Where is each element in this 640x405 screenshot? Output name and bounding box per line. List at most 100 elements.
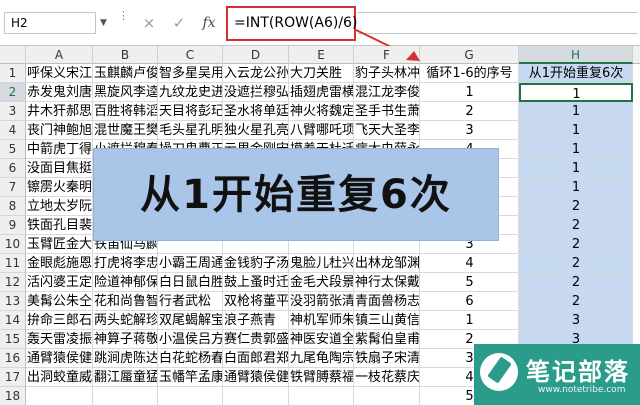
cell-a12[interactable]: 活闪婆王定 — [26, 273, 93, 292]
cell-a4[interactable]: 丧门神鲍旭 — [26, 121, 93, 140]
cell-c16[interactable]: 白花蛇杨春 — [158, 349, 223, 368]
row-header-4[interactable]: 4 — [0, 121, 26, 140]
cell-g12[interactable]: 5 — [420, 273, 519, 292]
cell-c3[interactable]: 天目将彭玘 — [158, 102, 223, 121]
cell-c14[interactable]: 双尾蝎解宝 — [158, 311, 223, 330]
cell-h5[interactable]: 1 — [519, 140, 633, 159]
cell-d13[interactable]: 双枪将董平 — [223, 292, 289, 311]
cell-f2[interactable]: 混江龙李俊 — [354, 83, 420, 102]
column-header-c[interactable]: C — [158, 46, 223, 64]
cell-h10[interactable]: 2 — [519, 235, 633, 254]
cell-a17[interactable]: 出洞蛟童威 — [26, 368, 93, 387]
cell-h8[interactable]: 2 — [519, 197, 633, 216]
cell-b3[interactable]: 百胜将韩滔 — [93, 102, 158, 121]
cell-d1[interactable]: 入云龙公孙 — [223, 64, 289, 83]
cell-d4[interactable]: 独火星孔亮 — [223, 121, 289, 140]
cell-b1[interactable]: 玉麒麟卢俊 — [93, 64, 158, 83]
cell-h12[interactable]: 2 — [519, 273, 633, 292]
cell-a9[interactable]: 铁面孔目裴 — [26, 216, 93, 235]
cell-f16[interactable]: 铁扇子宋清 — [354, 349, 420, 368]
cell-f18[interactable] — [354, 387, 420, 405]
cell-a11[interactable]: 金眼彪施恩 — [26, 254, 93, 273]
row-header-5[interactable]: 5 — [0, 140, 26, 159]
cell-f13[interactable]: 青面兽杨志 — [354, 292, 420, 311]
cell-f11[interactable]: 出林龙邹渊 — [354, 254, 420, 273]
cell-a3[interactable]: 井木犴郝思 — [26, 102, 93, 121]
cell-d2[interactable]: 没遮拦穆弘 — [223, 83, 289, 102]
cell-g14[interactable]: 1 — [420, 311, 519, 330]
cell-b4[interactable]: 混世魔王樊 — [93, 121, 158, 140]
cell-e3[interactable]: 神火将魏定 — [289, 102, 354, 121]
row-header-3[interactable]: 3 — [0, 102, 26, 121]
cell-c15[interactable]: 小温侯吕方 — [158, 330, 223, 349]
column-header-a[interactable]: A — [26, 46, 93, 64]
cell-a2[interactable]: 赤发鬼刘唐 — [26, 83, 93, 102]
row-header-11[interactable]: 11 — [0, 254, 26, 273]
cell-b12[interactable]: 险道神郁保 — [93, 273, 158, 292]
row-header-12[interactable]: 12 — [0, 273, 26, 292]
cell-g13[interactable]: 6 — [420, 292, 519, 311]
cell-a10[interactable]: 玉臂匠金大 — [26, 235, 93, 254]
cell-e15[interactable]: 神医安道全 — [289, 330, 354, 349]
cell-a18[interactable] — [26, 387, 93, 405]
cell-a15[interactable]: 轰天雷凌振 — [26, 330, 93, 349]
row-header-9[interactable]: 9 — [0, 216, 26, 235]
cell-c17[interactable]: 玉幡竿孟康 — [158, 368, 223, 387]
column-header-b[interactable]: B — [93, 46, 158, 64]
cell-h2[interactable]: 1 — [519, 83, 633, 102]
cell-b17[interactable]: 翻江蜃童猛 — [93, 368, 158, 387]
cell-c2[interactable]: 九纹龙史进 — [158, 83, 223, 102]
cell-c11[interactable]: 小霸王周通 — [158, 254, 223, 273]
cell-e11[interactable]: 鬼脸儿杜兴 — [289, 254, 354, 273]
cell-h6[interactable]: 1 — [519, 159, 633, 178]
cell-f15[interactable]: 紫髯伯皇甫 — [354, 330, 420, 349]
cell-e16[interactable]: 九尾龟陶宗 — [289, 349, 354, 368]
cell-a14[interactable]: 拚命三郎石 — [26, 311, 93, 330]
column-header-h[interactable]: H — [519, 46, 633, 64]
select-all-corner[interactable] — [0, 46, 26, 64]
cell-g2[interactable]: 1 — [420, 83, 519, 102]
column-header-g[interactable]: G — [420, 46, 519, 64]
row-header-18[interactable]: 18 — [0, 387, 26, 405]
cell-f1[interactable]: 豹子头林冲 — [354, 64, 420, 83]
cell-c13[interactable]: 行者武松 — [158, 292, 223, 311]
cell-c4[interactable]: 毛头星孔明 — [158, 121, 223, 140]
cell-f4[interactable]: 飞天大圣李 — [354, 121, 420, 140]
cell-f12[interactable]: 神行太保戴 — [354, 273, 420, 292]
cell-c1[interactable]: 智多星吴用 — [158, 64, 223, 83]
cell-d18[interactable] — [223, 387, 289, 405]
cell-d3[interactable]: 圣水将单廷 — [223, 102, 289, 121]
cell-h13[interactable]: 2 — [519, 292, 633, 311]
cell-h11[interactable]: 2 — [519, 254, 633, 273]
cell-g3[interactable]: 2 — [420, 102, 519, 121]
cell-b11[interactable]: 打虎将李忠 — [93, 254, 158, 273]
cell-h3[interactable]: 1 — [519, 102, 633, 121]
cell-e14[interactable]: 神机军师朱 — [289, 311, 354, 330]
cell-f17[interactable]: 一枝花蔡庆 — [354, 368, 420, 387]
cell-d12[interactable]: 鼓上蚤时迁 — [223, 273, 289, 292]
cell-a16[interactable]: 通臂猿侯健 — [26, 349, 93, 368]
cell-e12[interactable]: 金毛犬段景 — [289, 273, 354, 292]
row-header-1[interactable]: 1 — [0, 64, 26, 83]
row-header-15[interactable]: 15 — [0, 330, 26, 349]
cell-e4[interactable]: 八臂哪吒项 — [289, 121, 354, 140]
cell-a5[interactable]: 中箭虎丁得 — [26, 140, 93, 159]
cell-d11[interactable]: 金钱豹子汤 — [223, 254, 289, 273]
cell-c12[interactable]: 白日鼠白胜 — [158, 273, 223, 292]
cell-e2[interactable]: 插翅虎雷横 — [289, 83, 354, 102]
cell-e18[interactable] — [289, 387, 354, 405]
cell-h4[interactable]: 1 — [519, 121, 633, 140]
cell-d15[interactable]: 赛仁贵郭盛 — [223, 330, 289, 349]
cell-d17[interactable]: 通臂猿侯健 — [223, 368, 289, 387]
cell-b13[interactable]: 花和尚鲁智 — [93, 292, 158, 311]
cell-a13[interactable]: 美髯公朱仝 — [26, 292, 93, 311]
cell-a8[interactable]: 立地太岁阮 — [26, 197, 93, 216]
cell-e17[interactable]: 铁臂膊蔡福 — [289, 368, 354, 387]
cell-b16[interactable]: 跳涧虎陈达 — [93, 349, 158, 368]
row-header-2[interactable]: 2 — [0, 83, 26, 102]
cell-d14[interactable]: 浪子燕青 — [223, 311, 289, 330]
cell-b2[interactable]: 黑旋风李逵 — [93, 83, 158, 102]
cell-b18[interactable] — [93, 387, 158, 405]
row-header-14[interactable]: 14 — [0, 311, 26, 330]
row-header-16[interactable]: 16 — [0, 349, 26, 368]
